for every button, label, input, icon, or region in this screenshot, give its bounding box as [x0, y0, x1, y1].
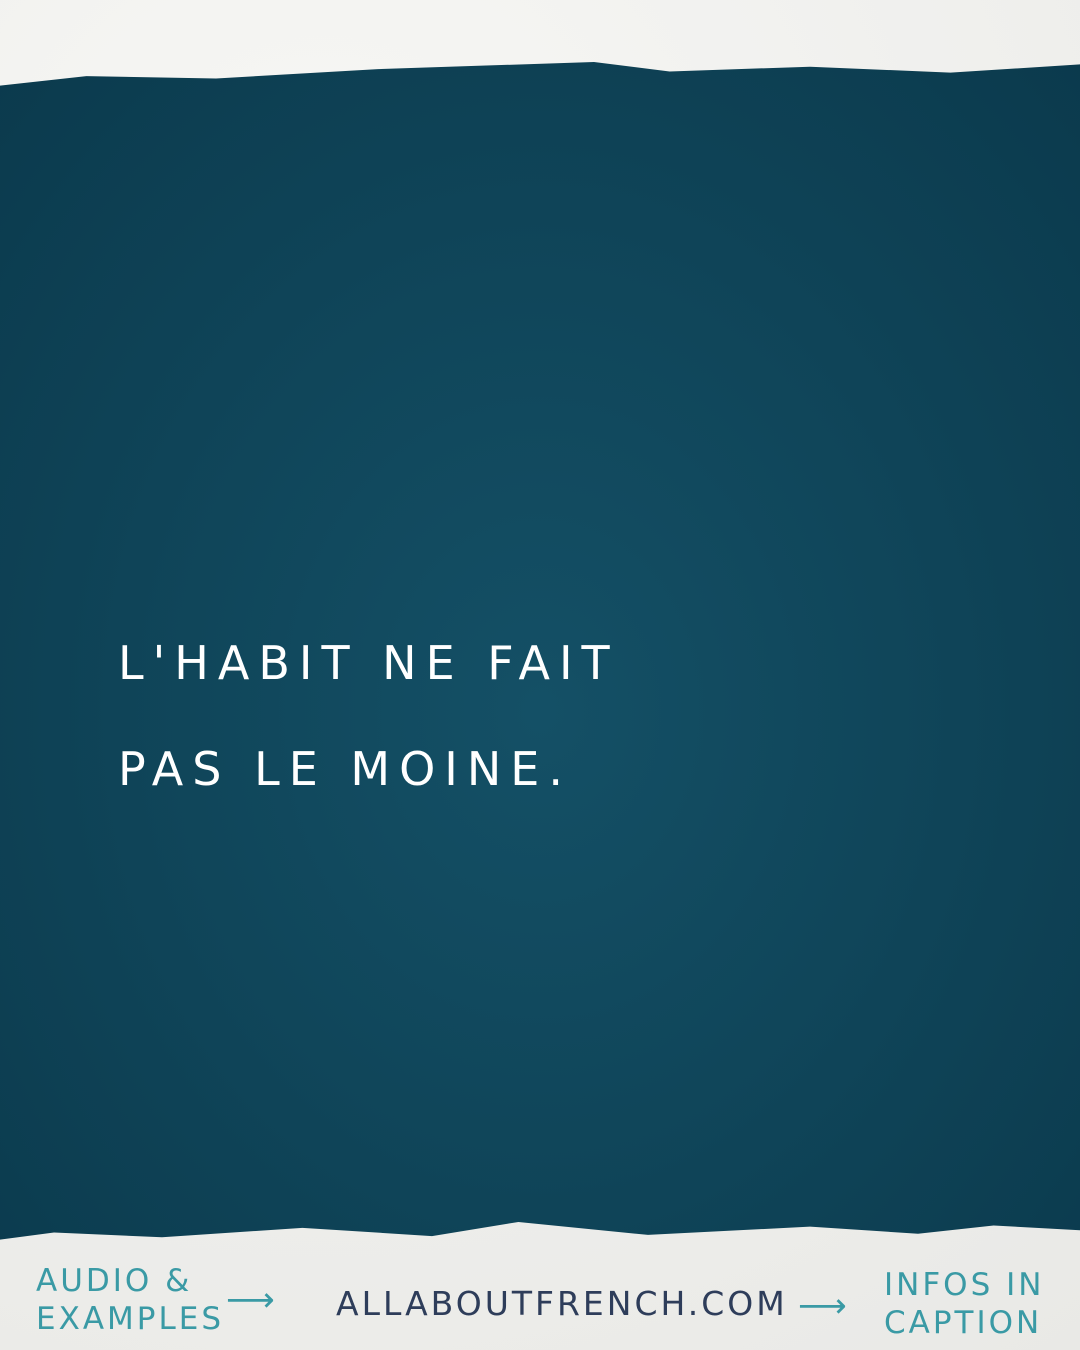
- right-line-2: CAPTION: [884, 1305, 1043, 1341]
- arrow-right-icon: ⟶: [798, 1286, 847, 1326]
- quote: L'HABIT NE FAIT PAS LE MOINE.: [118, 610, 619, 822]
- infos-caption-label: INFOS IN CAPTION: [884, 1266, 1044, 1342]
- arrow-right-icon: ⟶: [226, 1280, 275, 1320]
- audio-examples-label: AUDIO & EXAMPLES: [36, 1262, 224, 1338]
- website-link[interactable]: ALLABOUTFRENCH.COM: [336, 1284, 788, 1323]
- quote-line-2: PAS LE MOINE.: [118, 742, 572, 796]
- quote-line-1: L'HABIT NE FAIT: [118, 636, 619, 690]
- left-line-1: AUDIO &: [36, 1263, 193, 1299]
- right-line-1: INFOS IN: [884, 1267, 1045, 1303]
- left-line-2: EXAMPLES: [36, 1301, 225, 1337]
